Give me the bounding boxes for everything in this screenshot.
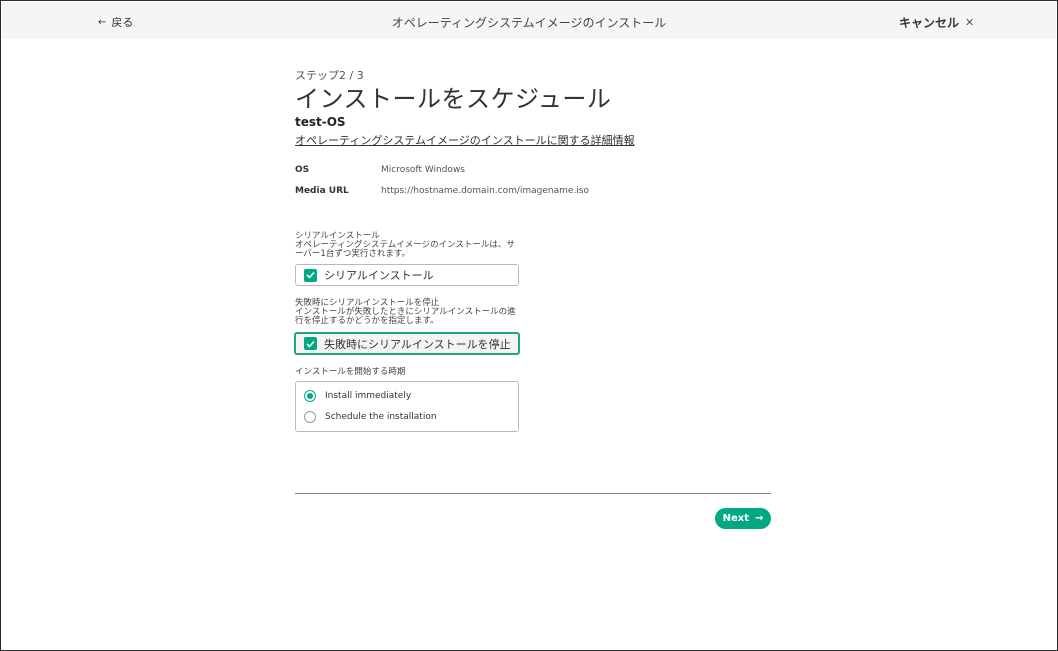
radio-install-immediately[interactable]: Install immediately — [304, 390, 411, 402]
radio-label: Install immediately — [325, 391, 412, 401]
step-indicator: ステップ2 / 3 — [295, 69, 364, 82]
top-bar: ← 戻る オペレーティングシステムイメージのインストール キャンセル ✕ — [2, 2, 1056, 39]
footer-divider — [295, 493, 771, 494]
checkmark-icon — [304, 268, 317, 282]
cancel-button[interactable]: キャンセル ✕ — [899, 14, 974, 31]
media-url-value: https://hostname.domain.com/imagename.is… — [381, 186, 590, 196]
stop-on-failure-description: インストールが失敗したときにシリアルインストールの進行を停止するかどうかを指定し… — [295, 307, 516, 326]
radio-schedule-installation[interactable]: Schedule the installation — [304, 411, 437, 423]
stop-on-failure-checkbox-label: 失敗時にシリアルインストールを停止 — [324, 337, 511, 351]
serial-install-description: オペレーティングシステムイメージのインストールは、サーバー1台ずつ実行されます。 — [295, 240, 515, 259]
serial-install-section: シリアルインストール オペレーティングシステムイメージのインストールは、サーバー… — [295, 232, 523, 259]
next-button[interactable]: Next → — [715, 508, 771, 529]
step-header: ステップ2 / 3 インストールをスケジュール test-OS オペレーティング… — [295, 67, 775, 148]
stop-on-failure-checkbox[interactable]: 失敗時にシリアルインストールを停止 — [294, 332, 520, 355]
serial-install-checkbox[interactable]: シリアルインストール — [295, 264, 519, 286]
install-timing-radio-group: Install immediately Schedule the install… — [295, 381, 519, 432]
cancel-label: キャンセル — [899, 16, 960, 30]
page-title: インストールをスケジュール — [295, 85, 612, 113]
radio-selected-icon — [304, 390, 316, 402]
dialog-frame: ← 戻る オペレーティングシステムイメージのインストール キャンセル ✕ ステッ… — [0, 0, 1058, 651]
stop-on-failure-section: 失敗時にシリアルインストールを停止 インストールが失敗したときにシリアルインスト… — [295, 299, 523, 326]
radio-label: Schedule the installation — [325, 412, 437, 422]
os-label: OS — [295, 165, 310, 175]
close-icon: ✕ — [965, 16, 975, 29]
next-label: Next — [722, 513, 749, 524]
image-name: test-OS — [295, 115, 346, 129]
radio-unselected-icon — [304, 411, 316, 423]
arrow-right-icon: → — [755, 513, 764, 524]
serial-install-checkbox-label: シリアルインストール — [324, 269, 434, 282]
os-value: Microsoft Windows — [381, 165, 465, 175]
media-url-label: Media URL — [295, 186, 349, 196]
window-title: オペレーティングシステムイメージのインストール — [391, 16, 667, 30]
details-link[interactable]: オペレーティングシステムイメージのインストールに関する詳細情報 — [295, 132, 635, 148]
checkmark-icon — [304, 337, 317, 350]
install-timing-title: インストールを開始する時期 — [295, 367, 406, 377]
